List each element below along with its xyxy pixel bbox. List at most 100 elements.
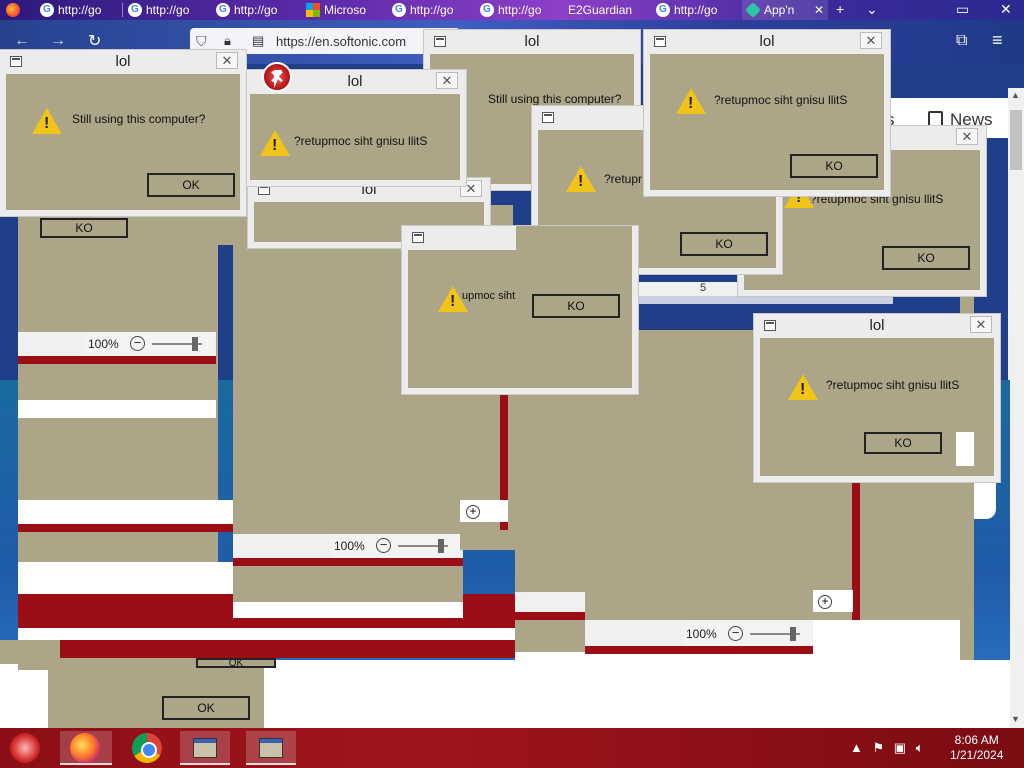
dialog-titlebar[interactable] [408, 226, 516, 250]
tab-label: http://go [498, 3, 542, 17]
clock-time: 8:06 AM [954, 733, 999, 747]
ok-button[interactable]: OK [162, 696, 250, 720]
tab-label: http://go [410, 3, 454, 17]
flag-icon[interactable]: ⚑ [873, 740, 885, 755]
dialog-titlebar[interactable]: lol ✕ [760, 314, 994, 338]
dialog-trail [515, 592, 585, 614]
browser-tab[interactable]: Microso [302, 0, 382, 20]
zoom-in-icon[interactable]: + [818, 595, 832, 609]
warning-icon [676, 88, 706, 114]
clock-date: 1/21/2024 [950, 748, 1004, 762]
shield-icon[interactable]: ⛉ [196, 33, 207, 50]
browser-tab-strip: http://go http://go http://go Microso ht… [0, 0, 1024, 20]
alert-dialog: lol ✕ ?retupmoc siht gnisu llitS KO [644, 30, 890, 196]
zoom-out-icon[interactable]: − [376, 538, 391, 553]
alert-dialog: upmoc siht KO [402, 226, 638, 394]
ko-button[interactable]: KO [882, 246, 970, 270]
close-button[interactable]: ✕ [956, 128, 978, 145]
dialog-title: lol [524, 33, 540, 50]
network-icon[interactable]: ▣ [894, 740, 906, 755]
url-text[interactable]: https://en.softonic.com [276, 34, 406, 49]
scrollbar-thumb[interactable] [1010, 110, 1022, 170]
zoom-out-icon[interactable]: − [130, 336, 145, 351]
google-icon [216, 3, 230, 17]
new-tab-button[interactable]: + [836, 0, 844, 18]
google-icon [480, 3, 494, 17]
scroll-down-icon[interactable]: ▼ [1011, 714, 1020, 724]
tray-chevron-icon[interactable]: ▲ [850, 740, 863, 755]
ko-button[interactable]: KO [864, 432, 942, 454]
app-window-icon [542, 112, 554, 123]
browser-tab[interactable]: http://go [388, 0, 472, 20]
dialog-titlebar[interactable]: lol ✕ [650, 30, 884, 54]
chevron-down-icon[interactable]: ⌄ [866, 0, 878, 18]
zoom-out-icon[interactable]: − [728, 626, 743, 641]
dialog-trail [0, 640, 60, 664]
tab-label: http://go [674, 3, 718, 17]
dialog-trail [18, 640, 518, 658]
close-tab-icon[interactable]: ✕ [814, 0, 824, 20]
zoom-slider-knob[interactable] [790, 627, 796, 641]
browser-tab[interactable]: http://go [36, 0, 120, 20]
chrome-icon[interactable] [132, 733, 162, 763]
news-icon [928, 111, 943, 127]
scroll-up-icon[interactable]: ▲ [1011, 90, 1020, 100]
dialog-trail [585, 654, 815, 666]
firefox-icon[interactable] [70, 733, 100, 763]
browser-tab[interactable]: E2Guardian [546, 0, 646, 20]
app-window-icon [259, 738, 283, 758]
back-icon[interactable]: ← [14, 32, 30, 50]
zoom-control[interactable]: 100% − [84, 332, 214, 356]
zoom-in-icon[interactable]: + [466, 505, 480, 519]
tab-label: http://go [146, 3, 190, 17]
ko-button[interactable]: KO [532, 294, 620, 318]
browser-tab[interactable]: http://go [652, 0, 736, 20]
volume-icon[interactable]: 🔈︎ [916, 740, 924, 755]
close-window-icon[interactable]: ✕ [1000, 0, 1012, 18]
reload-icon[interactable]: ↻ [88, 31, 101, 51]
minimize-window-icon[interactable]: ▭ [956, 0, 969, 18]
menu-icon[interactable]: ≡ [992, 30, 1003, 51]
taskbar-clock[interactable]: 8:06 AM 1/21/2024 [950, 733, 1003, 763]
dialog-titlebar[interactable]: lol ✕ [6, 50, 240, 74]
browser-tab[interactable]: http://go [212, 0, 296, 20]
dialog-trail [515, 652, 585, 666]
close-button[interactable]: ✕ [436, 72, 458, 89]
taskbar-app-window[interactable] [246, 731, 296, 765]
ko-button[interactable]: KO [790, 154, 878, 178]
dialog-titlebar[interactable]: lol [430, 30, 634, 54]
taskbar-app-window[interactable] [180, 731, 230, 765]
forward-icon[interactable]: → [50, 32, 66, 50]
close-button[interactable]: ✕ [970, 316, 992, 333]
zoom-value: 100% [88, 337, 119, 351]
zoom-slider-knob[interactable] [438, 539, 444, 553]
tab-label: E2Guardian [568, 3, 633, 17]
page-scrollbar[interactable] [1008, 88, 1024, 728]
dialog-trail [956, 432, 974, 466]
ko-button[interactable]: KO [40, 218, 128, 238]
ok-button[interactable]: OK [147, 173, 235, 197]
ko-button[interactable]: KO [680, 232, 768, 256]
close-button[interactable]: ✕ [216, 52, 238, 69]
app-window-icon [412, 232, 424, 243]
extensions-icon[interactable]: ⧉ [956, 32, 967, 50]
warning-icon [788, 374, 818, 400]
dialog-trail [18, 524, 233, 532]
microsoft-icon [306, 3, 320, 17]
lock-icon[interactable]: 🔒︎ [224, 33, 231, 49]
browser-tab-active[interactable]: App'n ✕ [742, 0, 828, 20]
start-button[interactable] [10, 733, 40, 763]
dialog-message: Still using this computer? [488, 92, 622, 106]
dialog-trail [813, 620, 973, 666]
browser-tab[interactable]: http://go [124, 0, 208, 20]
permissions-icon[interactable]: ▤ [252, 33, 264, 49]
firefox-menu-icon[interactable] [2, 0, 32, 20]
close-button[interactable]: ✕ [860, 32, 882, 49]
ok-button-partial[interactable]: OK [196, 658, 276, 668]
dialog-trail [18, 356, 216, 364]
zoom-control[interactable]: 100% − [330, 534, 460, 558]
warning-icon [260, 130, 290, 156]
zoom-slider-knob[interactable] [192, 337, 198, 351]
zoom-control[interactable]: 100% − [682, 622, 812, 646]
app-icon [745, 2, 761, 18]
